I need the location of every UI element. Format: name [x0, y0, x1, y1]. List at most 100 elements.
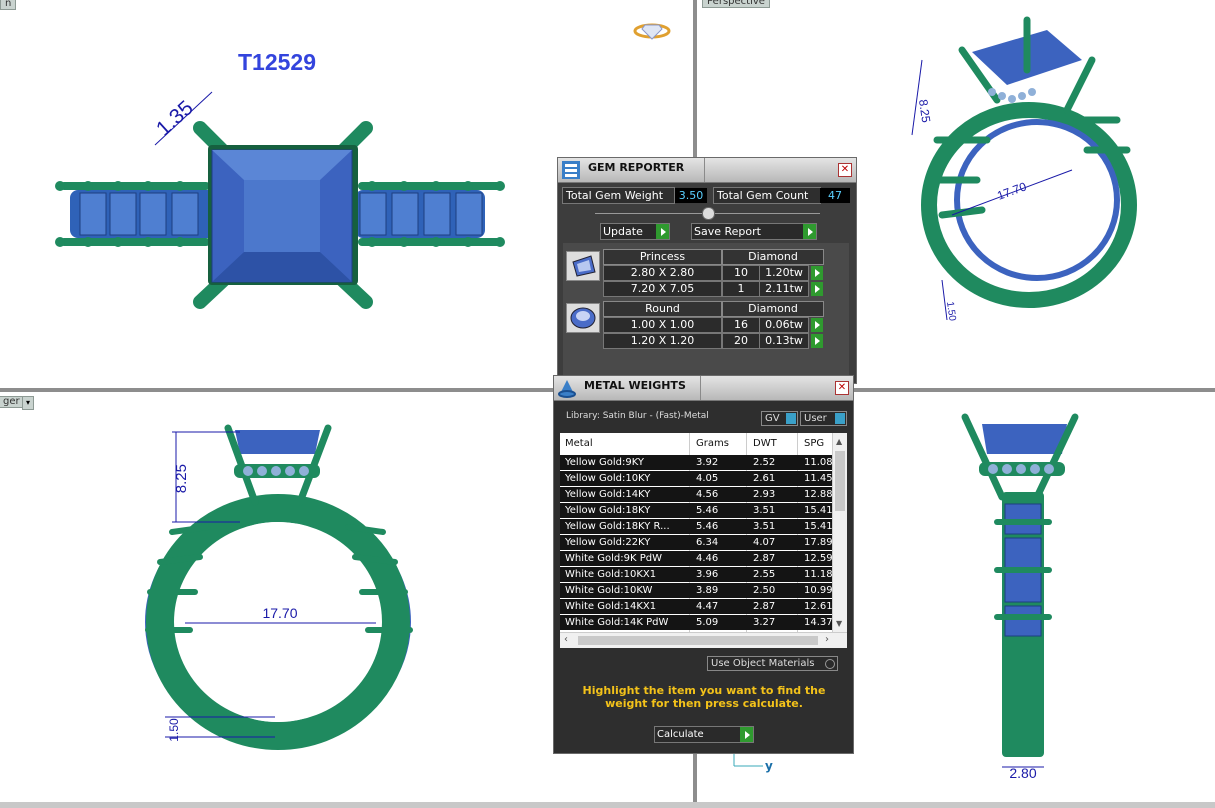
row-select-button[interactable]: [811, 334, 823, 348]
dimension-label-height: 8.25: [173, 464, 190, 493]
spg-value: 14.37: [804, 617, 833, 628]
gv-label: GV: [765, 413, 780, 424]
status-strip: [0, 802, 1215, 808]
spg-value: 10.99: [804, 585, 833, 596]
scroll-thumb-horizontal[interactable]: [578, 636, 818, 645]
metal-name: Yellow Gold:14KY: [565, 489, 651, 500]
table-row[interactable]: Yellow Gold:18KY R... 5.46 3.51 15.41: [560, 519, 833, 534]
use-object-materials-toggle[interactable]: Use Object Materials: [707, 656, 838, 671]
user-toggle[interactable]: User: [800, 411, 847, 426]
gem-count: 20: [722, 333, 760, 349]
scroll-thumb[interactable]: [835, 451, 845, 511]
grams-value: 5.09: [696, 617, 719, 628]
gem-size[interactable]: 2.80 X 2.80: [603, 265, 722, 281]
metal-name: Yellow Gold:10KY: [565, 473, 651, 484]
grams-value: 5.46: [696, 505, 719, 516]
metal-table[interactable]: Metal Grams DWT SPG Yellow Gold:9KY 3.92 2…: [560, 433, 847, 648]
grams-value: 3.92: [696, 457, 719, 468]
dwt-value: 2.87: [753, 553, 776, 564]
dwt-value: 3.51: [753, 521, 776, 532]
dwt-value: 2.50: [753, 585, 776, 596]
gv-toggle[interactable]: GV: [761, 411, 798, 426]
gem-weight: 1.20tw: [759, 265, 809, 281]
dimension-label-diameter: 17.70: [262, 605, 297, 621]
table-row[interactable]: White Gold:9K PdW 4.46 2.87 12.59: [560, 551, 833, 566]
grams-value: 5.46: [696, 521, 719, 532]
dwt-value: 2.55: [753, 569, 776, 580]
table-row[interactable]: White Gold:10KW 3.89 2.50 10.99: [560, 583, 833, 598]
gem-size[interactable]: 7.20 X 7.05: [603, 281, 722, 297]
dimension-label-diameter: 17.70: [995, 179, 1028, 203]
spg-value: 11.18: [804, 569, 833, 580]
table-row[interactable]: White Gold:14K PdW 5.09 3.27 14.37: [560, 615, 833, 630]
close-icon[interactable]: ✕: [835, 381, 849, 395]
grams-value: 4.05: [696, 473, 719, 484]
scroll-left-icon[interactable]: ‹: [564, 634, 568, 645]
group-material-header: Diamond: [722, 249, 824, 265]
column-header-spg[interactable]: SPG: [804, 433, 824, 455]
gem-weight: 0.13tw: [759, 333, 809, 349]
gem-reporter-icon: [562, 161, 580, 179]
gem-reporter-titlebar[interactable]: GEM REPORTER ✕: [558, 158, 856, 183]
spg-value: 11.08: [804, 457, 833, 468]
metal-name: Yellow Gold:18KY: [565, 505, 651, 516]
scroll-right-icon[interactable]: ›: [825, 634, 829, 645]
total-gem-weight-label: Total Gem Weight: [562, 187, 675, 204]
table-row[interactable]: Yellow Gold:22KY 6.34 4.07 17.89: [560, 535, 833, 550]
metal-weights-panel[interactable]: METAL WEIGHTS ✕ Library: Satin Blur - (F…: [553, 375, 854, 754]
grams-value: 4.47: [696, 601, 719, 612]
save-report-button[interactable]: Save Report: [691, 223, 817, 240]
column-header-dwt[interactable]: DWT: [753, 433, 777, 455]
spg-value: 15.41: [804, 521, 833, 532]
dimension-label-band: 1.50: [167, 718, 181, 742]
dwt-value: 2.93: [753, 489, 776, 500]
scroll-up-icon[interactable]: ▲: [836, 437, 842, 446]
metal-name: White Gold:10KX1: [565, 569, 657, 580]
grams-value: 4.56: [696, 489, 719, 500]
table-row[interactable]: Yellow Gold:14KY 4.56 2.93 12.88: [560, 487, 833, 502]
vertical-scrollbar[interactable]: ▲ ▼: [832, 433, 847, 633]
total-gem-count-label: Total Gem Count: [713, 187, 821, 204]
spg-value: 15.41: [804, 505, 833, 516]
metal-name: White Gold:9K PdW: [565, 553, 662, 564]
metal-weights-titlebar[interactable]: METAL WEIGHTS ✕: [554, 376, 853, 401]
gem-size[interactable]: 1.00 X 1.00: [603, 317, 722, 333]
table-row[interactable]: Yellow Gold:9KY 3.92 2.52 11.08: [560, 455, 833, 470]
dwt-value: 2.52: [753, 457, 776, 468]
gem-weight: 0.06tw: [759, 317, 809, 333]
close-icon[interactable]: ✕: [838, 163, 852, 177]
horizontal-scrollbar[interactable]: ‹ ›: [560, 632, 847, 648]
grams-value: 6.34: [696, 537, 719, 548]
gem-reporter-panel[interactable]: GEM REPORTER ✕ Total Gem Weight 3.50 Tot…: [557, 157, 857, 384]
grams-value: 4.46: [696, 553, 719, 564]
gem-size[interactable]: 1.20 X 1.20: [603, 333, 722, 349]
column-header-metal[interactable]: Metal: [565, 433, 593, 455]
slider-handle[interactable]: [702, 207, 715, 220]
row-select-button[interactable]: [811, 318, 823, 332]
row-select-button[interactable]: [811, 282, 823, 296]
dimension-label-band: 1.50: [944, 301, 958, 322]
column-header-grams[interactable]: Grams: [696, 433, 729, 455]
table-row[interactable]: White Gold:14KX1 4.47 2.87 12.61: [560, 599, 833, 614]
round-gem-icon: [566, 303, 600, 333]
metal-name: Yellow Gold:9KY: [565, 457, 644, 468]
dimension-label-height: 8.25: [916, 98, 933, 123]
row-select-button[interactable]: [811, 266, 823, 280]
update-button[interactable]: Update: [600, 223, 670, 240]
instruction-text: Highlight the item you want to find the …: [582, 684, 826, 710]
calculate-button[interactable]: Calculate: [654, 726, 754, 743]
table-row[interactable]: Yellow Gold:18KY 5.46 3.51 15.41: [560, 503, 833, 518]
table-row[interactable]: Yellow Gold:10KY 4.05 2.61 11.45: [560, 471, 833, 486]
dwt-value: 3.51: [753, 505, 776, 516]
gem-count: 10: [722, 265, 760, 281]
dwt-value: 2.87: [753, 601, 776, 612]
grams-value: 3.89: [696, 585, 719, 596]
metal-name: Yellow Gold:22KY: [565, 537, 651, 548]
dimension-label-band: 2.80: [1009, 765, 1036, 781]
scroll-down-icon[interactable]: ▼: [836, 619, 842, 628]
gem-reporter-title: GEM REPORTER: [588, 161, 685, 174]
library-label: Library: Satin Blur - (Fast)-Metal: [566, 411, 709, 421]
table-row[interactable]: White Gold:10KX1 3.96 2.55 11.18: [560, 567, 833, 582]
dwt-value: 3.27: [753, 617, 776, 628]
axis-label-y: y: [765, 759, 773, 773]
